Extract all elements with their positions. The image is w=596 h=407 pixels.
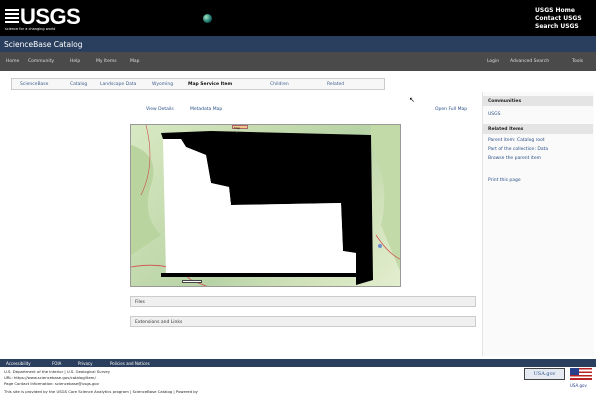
map-badge: Map layer xyxy=(232,125,248,134)
site-header: USGS science for a changing world USGS H… xyxy=(0,0,596,36)
tab-view-details[interactable]: View Details xyxy=(146,107,174,112)
sidebar-section-title: Related Items xyxy=(488,126,524,132)
map-canvas xyxy=(131,125,400,286)
footer-line: This site is provided by the USGS Core S… xyxy=(4,389,198,394)
sidebar-link[interactable]: USGS xyxy=(488,112,501,117)
map-view[interactable] xyxy=(130,124,401,287)
nav-item-home[interactable]: Home xyxy=(6,59,19,64)
nav-item-community[interactable]: Community xyxy=(28,59,54,64)
open-full-map-link[interactable]: Open Full Map xyxy=(435,107,467,112)
breadcrumb: ScienceBase Catalog Landscape Data Wyomi… xyxy=(11,78,385,90)
extensions-panel[interactable]: Extensions and Links xyxy=(130,316,476,327)
sidebar-link[interactable]: Part of the collection: Data xyxy=(488,147,548,152)
usgs-logo[interactable]: USGS xyxy=(5,4,81,29)
footer-bar: Accessibility FOIA Privacy Policies and … xyxy=(0,359,596,367)
tab-metadata-map[interactable]: Metadata Map xyxy=(190,107,222,112)
breadcrumb-item[interactable]: Landscape Data xyxy=(100,82,136,87)
app-title[interactable]: ScienceBase Catalog xyxy=(4,40,83,49)
extensions-panel-title: Extensions and Links xyxy=(135,320,183,325)
usgs-waves-icon xyxy=(5,9,19,25)
nav-item-help[interactable]: Help xyxy=(70,59,80,64)
nav-item-advanced-search[interactable]: Advanced Search xyxy=(510,59,549,64)
footer-line: U.S. Department of the Interior | U.S. G… xyxy=(4,369,110,374)
header-link-home[interactable]: USGS Home xyxy=(535,7,582,15)
nav-item-my-items[interactable]: My Items xyxy=(96,59,117,64)
print-link[interactable]: Print this page xyxy=(488,178,521,183)
files-panel-title: Files xyxy=(135,300,145,305)
breadcrumb-item[interactable]: Wyoming xyxy=(152,82,173,87)
map-water xyxy=(378,244,382,248)
usagov-logo[interactable]: USA.gov xyxy=(524,368,565,380)
footer-link[interactable]: Policies and Notices xyxy=(110,361,150,366)
footer-link[interactable]: Privacy xyxy=(78,361,92,366)
nav-bar: Home Community Help My Items Map Login A… xyxy=(0,52,596,71)
map-badge-label: Map layer xyxy=(234,125,242,134)
usagov-label: USA.gov xyxy=(533,371,556,377)
map-mask-strip xyxy=(161,273,361,277)
sidebar-link[interactable]: Browse the parent item xyxy=(488,156,541,161)
map-terrain xyxy=(371,125,400,271)
breadcrumb-item[interactable]: Catalog xyxy=(70,82,87,87)
sidebar-link[interactable]: Parent item: Catalog root xyxy=(488,138,545,143)
sidebar: Communities USGS Related Items Parent it… xyxy=(482,92,594,356)
us-flag-icon xyxy=(570,368,592,380)
sidebar-section-title: Communities xyxy=(488,98,522,104)
header-links: USGS Home Contact USGS Search USGS xyxy=(535,7,582,31)
breadcrumb-current: Map Service Item xyxy=(188,82,233,87)
map-terrain xyxy=(131,145,161,255)
globe-icon xyxy=(203,14,212,23)
files-panel[interactable]: Files xyxy=(130,296,476,307)
gov-label: USA.gov xyxy=(570,383,587,388)
footer-line: URL: https://www.sciencebase.gov/catalog… xyxy=(4,375,96,380)
tagline: science for a changing world xyxy=(5,27,56,31)
logo-text: USGS xyxy=(20,4,81,29)
map-scale-bar xyxy=(182,280,202,283)
sidebar-section-header: Communities xyxy=(483,96,593,106)
footer-link[interactable]: FOIA xyxy=(52,361,61,366)
mouse-cursor-icon: ↖ xyxy=(409,96,415,104)
title-bar: ScienceBase Catalog xyxy=(0,36,596,52)
sidebar-section-header: Related Items xyxy=(483,124,593,134)
nav-item-map[interactable]: Map xyxy=(130,59,140,64)
breadcrumb-item[interactable]: Children xyxy=(270,82,289,87)
nav-item-login[interactable]: Login xyxy=(487,59,499,64)
breadcrumb-item[interactable]: Related xyxy=(327,82,344,87)
footer-line: Page Contact Information: sciencebase@us… xyxy=(4,381,99,386)
footer-link[interactable]: Accessibility xyxy=(6,361,31,366)
header-link-contact[interactable]: Contact USGS xyxy=(535,15,582,23)
nav-item-tools[interactable]: Tools xyxy=(572,59,583,64)
breadcrumb-item[interactable]: ScienceBase xyxy=(20,82,48,87)
header-link-search[interactable]: Search USGS xyxy=(535,23,582,31)
